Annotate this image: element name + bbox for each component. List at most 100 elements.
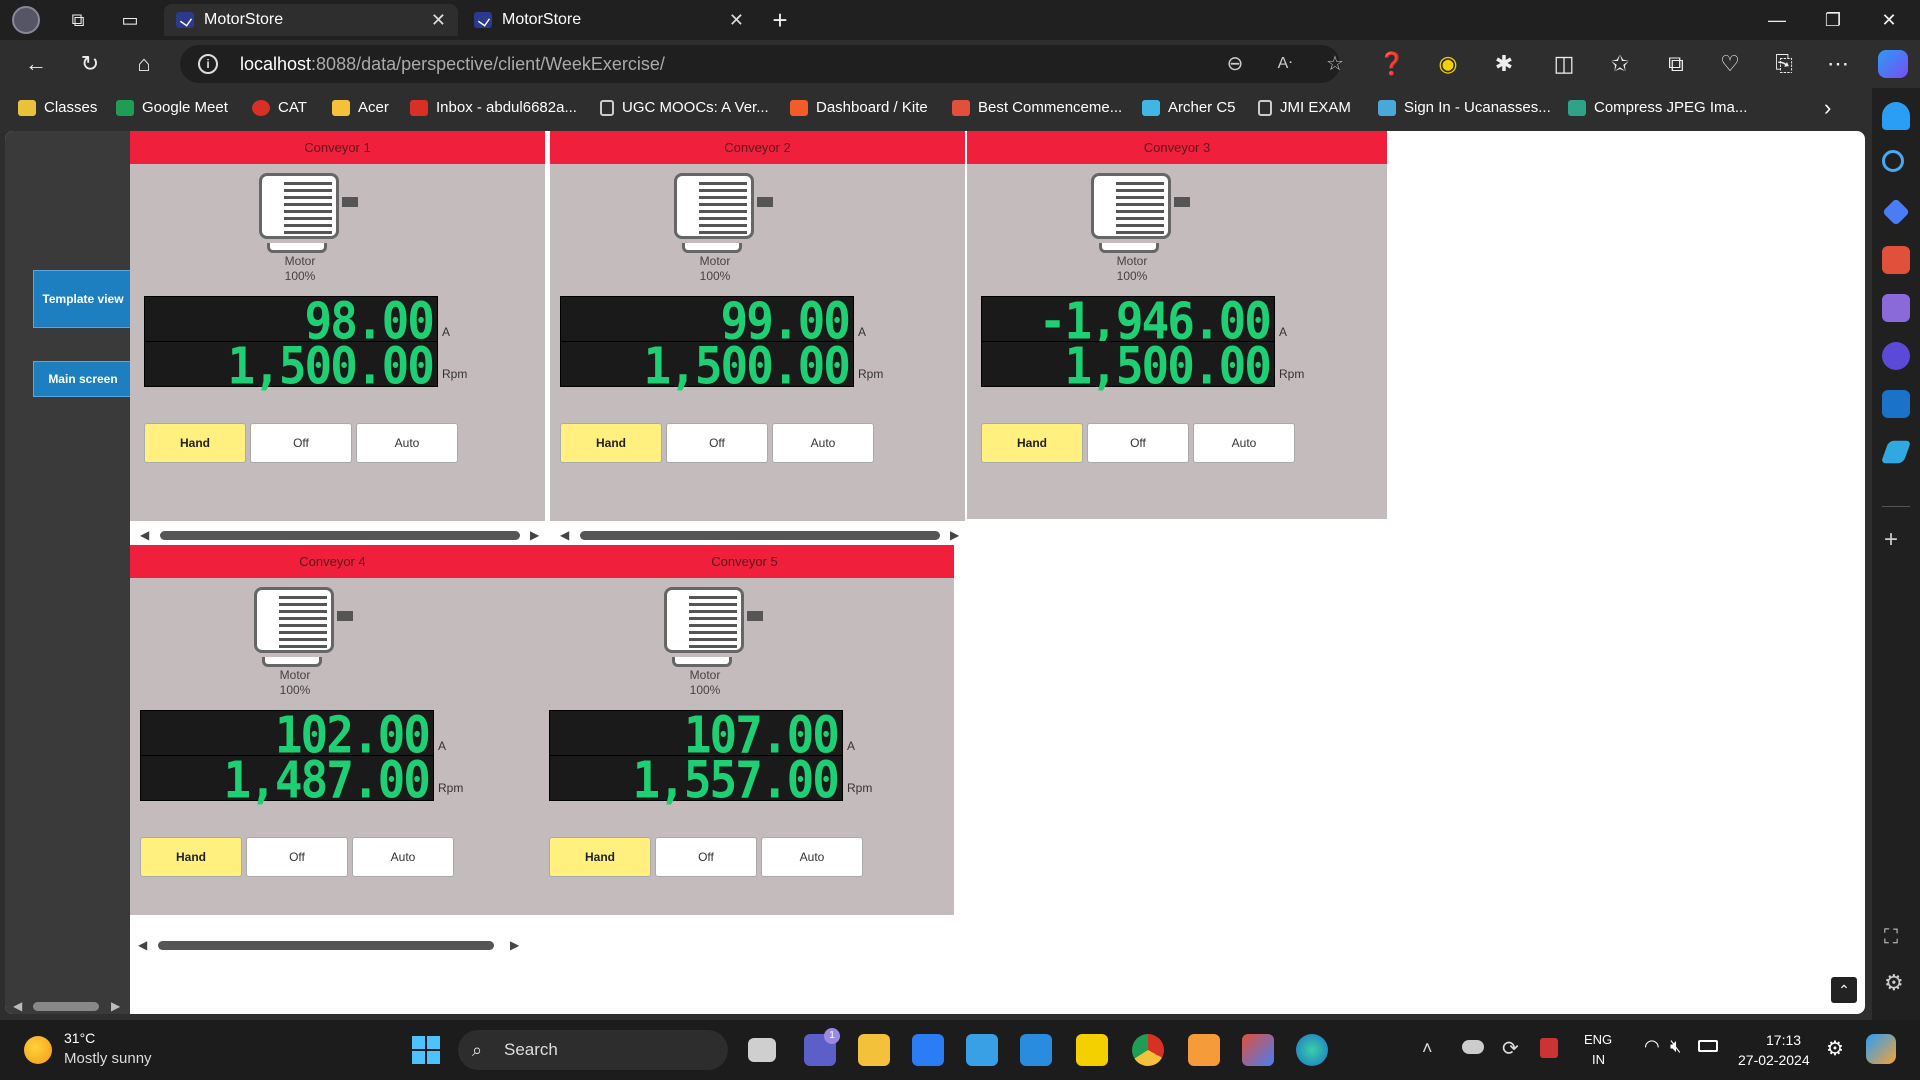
clock-time[interactable]: 17:13 — [1766, 1032, 1801, 1048]
chrome-icon[interactable] — [1132, 1034, 1164, 1066]
bookmark-acer[interactable]: Acer — [332, 88, 389, 128]
scroll-right-icon[interactable]: ▶ — [111, 998, 120, 1014]
more-menu-icon[interactable]: ⋯ — [1818, 44, 1858, 84]
auto-button[interactable]: Auto — [352, 837, 454, 877]
refresh-icon[interactable]: ↻ — [70, 44, 110, 84]
bookmark-ugc-moocs[interactable]: UGC MOOCs: A Ver... — [600, 88, 769, 128]
teams-icon[interactable]: 1 — [804, 1028, 840, 1066]
weather-sun-icon[interactable] — [24, 1036, 52, 1064]
split-screen-icon[interactable]: ◫ — [1544, 44, 1584, 84]
scrollbar-thumb[interactable] — [580, 531, 940, 540]
row1-scrollbar-right[interactable]: ◀ ▶ — [550, 527, 965, 543]
hand-button[interactable]: Hand — [981, 423, 1083, 463]
tab-actions-icon[interactable]: ▭ — [110, 0, 150, 40]
off-button[interactable]: Off — [246, 837, 348, 877]
off-button[interactable]: Off — [250, 423, 352, 463]
hand-button[interactable]: Hand — [144, 423, 246, 463]
extension-help-icon[interactable]: ❓ — [1372, 44, 1412, 84]
browser-essentials-icon[interactable]: ♡ — [1710, 44, 1750, 84]
bookmark-classes[interactable]: Classes — [18, 88, 97, 128]
copilot-tray-icon[interactable] — [1866, 1034, 1896, 1064]
back-icon[interactable]: ← — [16, 44, 56, 84]
outlook-icon[interactable] — [1882, 390, 1910, 418]
new-tab-icon[interactable]: + — [760, 0, 800, 40]
site-info-icon[interactable]: i — [198, 54, 218, 74]
onedrive-icon[interactable] — [1462, 1040, 1484, 1054]
auto-button[interactable]: Auto — [772, 423, 874, 463]
scrollbar-thumb[interactable] — [160, 531, 520, 540]
row1-scrollbar-left[interactable]: ◀ ▶ — [130, 527, 545, 543]
close-tab-icon[interactable]: ✕ — [729, 10, 744, 31]
template-view-button[interactable]: Template view — [33, 270, 133, 328]
scroll-right-icon[interactable]: ▶ — [530, 527, 539, 543]
main-screen-button[interactable]: Main screen — [33, 361, 133, 397]
read-aloud-icon[interactable]: Aᐧ — [1270, 49, 1300, 79]
screenshot-icon[interactable]: ⛶ — [1884, 926, 1898, 949]
remote-desktop-icon[interactable] — [966, 1034, 998, 1066]
bookmarks-more-chevron-icon[interactable]: › — [1824, 88, 1831, 128]
bookmark-best-commencement[interactable]: Best Commenceme... — [952, 88, 1122, 128]
bookmark-inbox[interactable]: Inbox - abdul6682a... — [410, 88, 577, 128]
scroll-left-icon[interactable]: ◀ — [138, 937, 147, 953]
hand-button[interactable]: Hand — [140, 837, 242, 877]
wifi-icon[interactable]: ◠ — [1644, 1036, 1660, 1057]
volume-muted-icon[interactable]: 🔇︎ — [1670, 1036, 1681, 1057]
bookmark-compress-jpeg[interactable]: Compress JPEG Ima... — [1568, 88, 1747, 128]
sticky-notes-icon[interactable] — [1076, 1034, 1108, 1066]
taskbar-search[interactable]: ⌕ Search — [458, 1030, 728, 1070]
off-button[interactable]: Off — [655, 837, 757, 877]
microsoft-store-icon[interactable] — [912, 1034, 944, 1066]
task-view-icon[interactable] — [748, 1038, 776, 1062]
battery-icon[interactable] — [1698, 1040, 1718, 1052]
windows-start-icon[interactable] — [412, 1036, 440, 1064]
ignition-designer-icon[interactable] — [1188, 1034, 1220, 1066]
favorites-icon[interactable]: ✩ — [1600, 44, 1640, 84]
scroll-left-icon[interactable]: ◀ — [140, 527, 149, 543]
notifications-icon[interactable] — [1882, 102, 1910, 130]
restore-icon[interactable]: ❐ — [1805, 0, 1861, 40]
extensions-icon[interactable]: ✱ — [1484, 44, 1524, 84]
off-button[interactable]: Off — [1087, 423, 1189, 463]
extension-yellow-icon[interactable]: ◉ — [1428, 44, 1468, 84]
scrollbar-thumb[interactable] — [158, 941, 494, 950]
language-bottom[interactable]: IN — [1592, 1052, 1605, 1067]
copilot-app-icon[interactable] — [1882, 342, 1910, 370]
settings-gear-icon[interactable]: ⚙ — [1884, 970, 1904, 996]
collections-icon[interactable]: ⧉ — [1656, 44, 1696, 84]
weather-temp[interactable]: 31°C — [64, 1030, 95, 1046]
bookmark-kite[interactable]: Dashboard / Kite — [790, 88, 928, 128]
telegram-icon[interactable] — [1880, 440, 1912, 464]
paint-icon[interactable] — [1242, 1034, 1274, 1066]
hand-button[interactable]: Hand — [549, 837, 651, 877]
bookmark-ucanassess[interactable]: Sign In - Ucanasses... — [1378, 88, 1551, 128]
off-button[interactable]: Off — [666, 423, 768, 463]
tab-motorstore-1[interactable]: MotorStore ✕ — [164, 4, 458, 36]
bookmark-archer-c5[interactable]: Archer C5 — [1142, 88, 1236, 128]
shopping-icon[interactable] — [1882, 198, 1910, 226]
scroll-right-icon[interactable]: ▶ — [950, 527, 959, 543]
bookmark-cat[interactable]: CAT — [252, 88, 307, 128]
home-icon[interactable]: ⌂ — [124, 44, 164, 84]
copilot-icon[interactable] — [1878, 50, 1908, 78]
sync-icon[interactable]: ⟳ — [1502, 1036, 1519, 1061]
minimize-icon[interactable]: — — [1749, 0, 1805, 40]
scroll-left-icon[interactable]: ◀ — [13, 998, 22, 1014]
workspaces-icon[interactable]: ⧉ — [58, 0, 98, 40]
address-bar[interactable]: i localhost:8088/data/perspective/client… — [180, 45, 1344, 83]
auto-button[interactable]: Auto — [356, 423, 458, 463]
tools-icon[interactable] — [1882, 246, 1910, 274]
file-explorer-icon[interactable] — [858, 1034, 890, 1066]
row2-scrollbar[interactable]: ◀ ▶ — [130, 937, 535, 953]
left-nav-scrollbar[interactable]: ◀ ▶ — [5, 998, 130, 1014]
scroll-to-top-button[interactable]: ⌃ — [1831, 977, 1857, 1003]
zoom-icon[interactable]: ⊖ — [1220, 49, 1250, 79]
scroll-right-icon[interactable]: ▶ — [510, 937, 519, 953]
settings-tray-icon[interactable]: ⚙ — [1826, 1036, 1844, 1061]
close-tab-icon[interactable]: ✕ — [431, 10, 446, 31]
weather-desc[interactable]: Mostly sunny — [64, 1050, 152, 1067]
favorite-star-icon[interactable]: ☆ — [1320, 49, 1350, 79]
clock-date[interactable]: 27-02-2024 — [1738, 1052, 1810, 1068]
language-top[interactable]: ENG — [1584, 1032, 1612, 1047]
auto-button[interactable]: Auto — [761, 837, 863, 877]
app-tray-icon[interactable] — [1540, 1038, 1558, 1058]
